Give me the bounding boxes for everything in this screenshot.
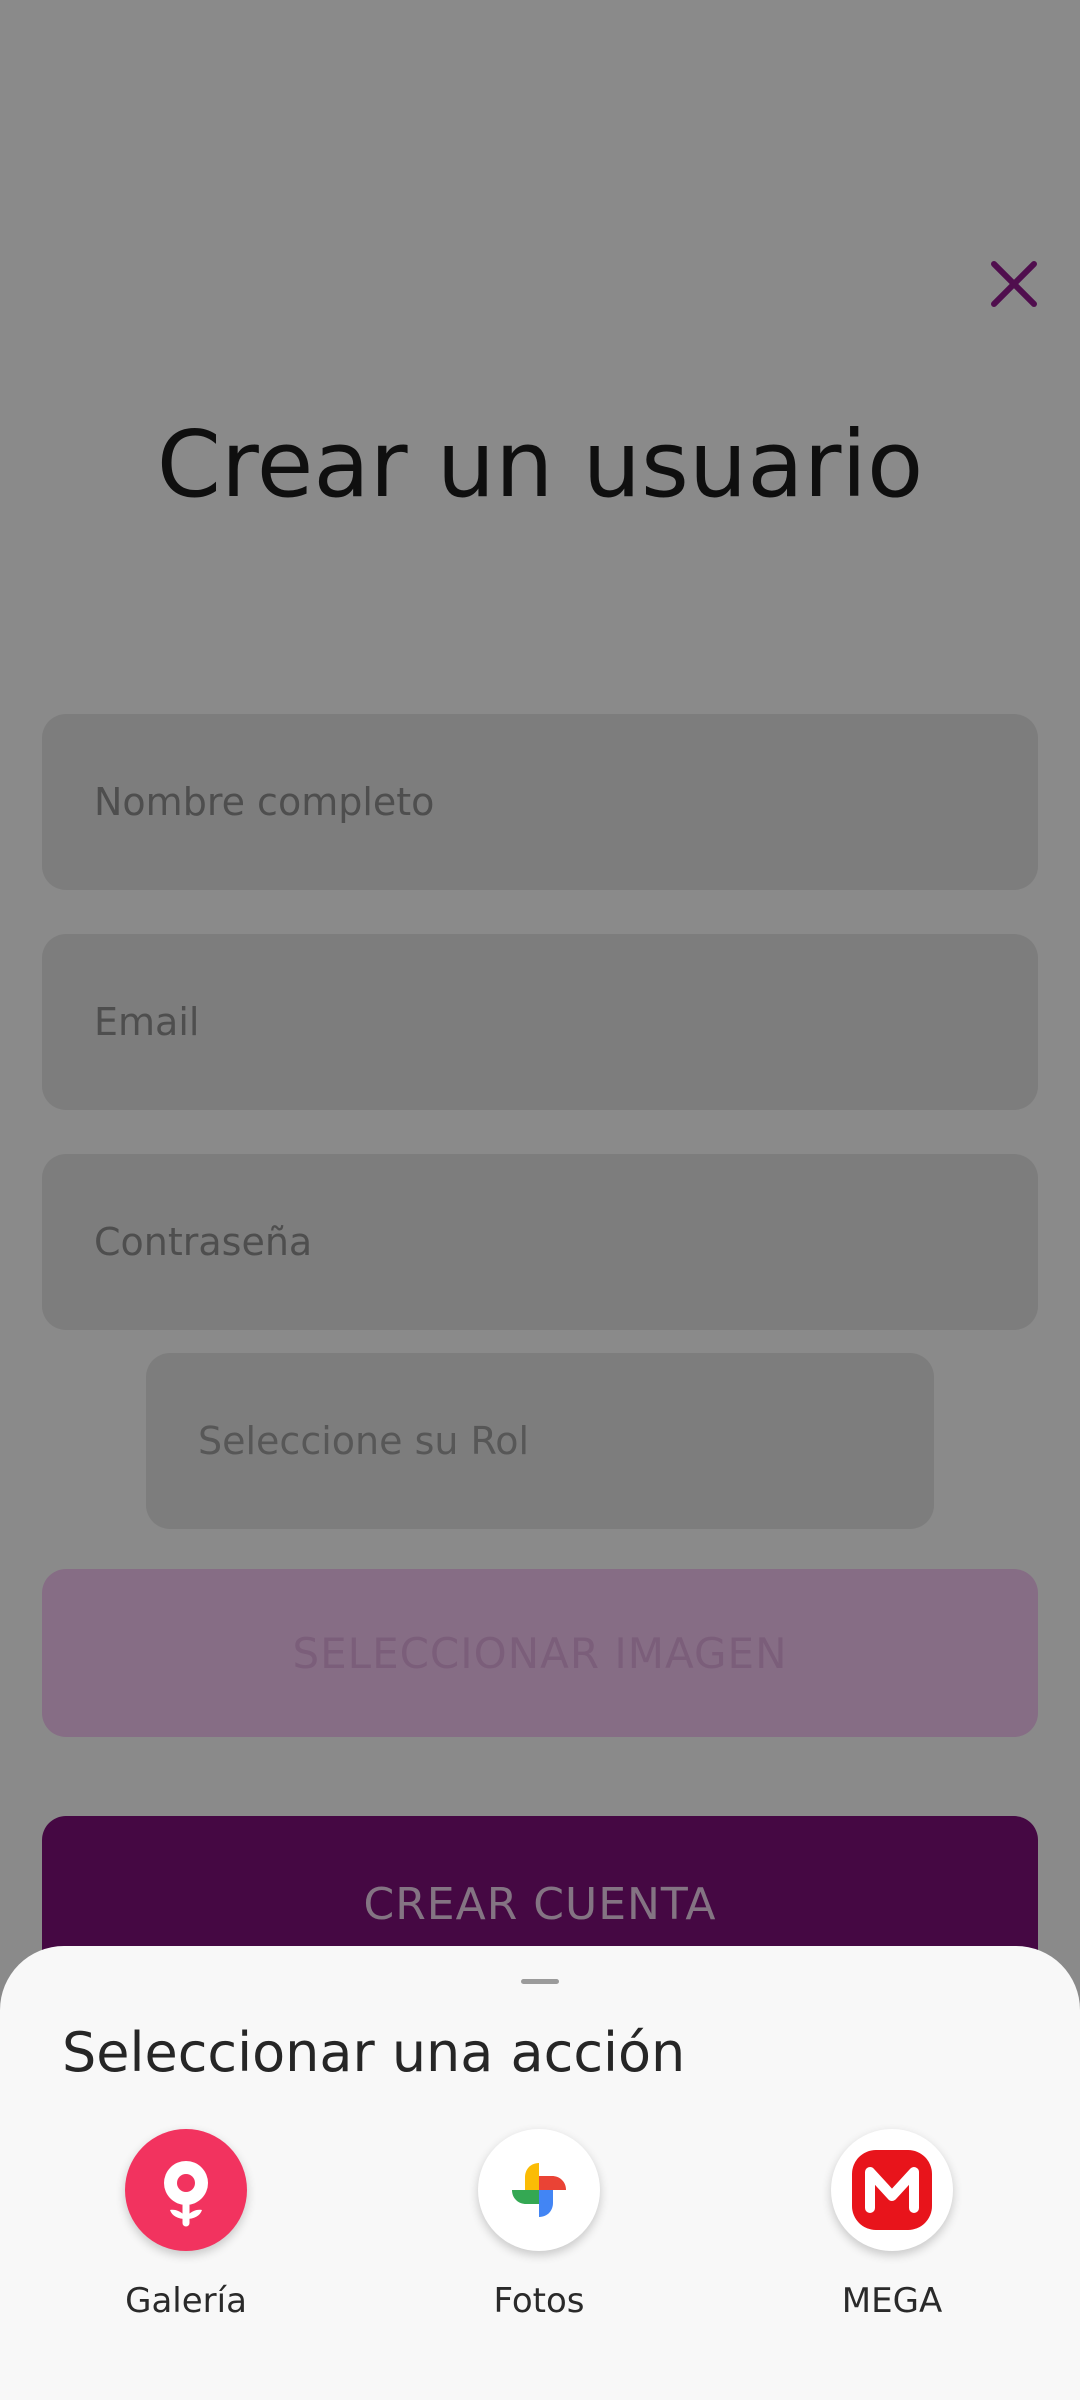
mega-logo-icon [831, 2129, 953, 2251]
sheet-title: Seleccionar una acción [62, 2021, 686, 2084]
app-label-gallery: Galería [125, 2281, 247, 2321]
app-label-mega: MEGA [841, 2281, 943, 2321]
action-sheet: Seleccionar una acción Galería Fotos MEG… [0, 1946, 1080, 2400]
screen: Crear un usuario Nombre completo Email C… [0, 0, 1080, 2400]
gallery-flower-icon [125, 2129, 247, 2251]
app-option-photos[interactable]: Fotos [419, 2129, 659, 2321]
google-photos-pinwheel-icon [478, 2129, 600, 2251]
drag-handle[interactable] [521, 1979, 559, 1984]
app-option-mega[interactable]: MEGA [772, 2129, 1012, 2321]
app-option-gallery[interactable]: Galería [66, 2129, 306, 2321]
app-label-photos: Fotos [493, 2281, 585, 2321]
